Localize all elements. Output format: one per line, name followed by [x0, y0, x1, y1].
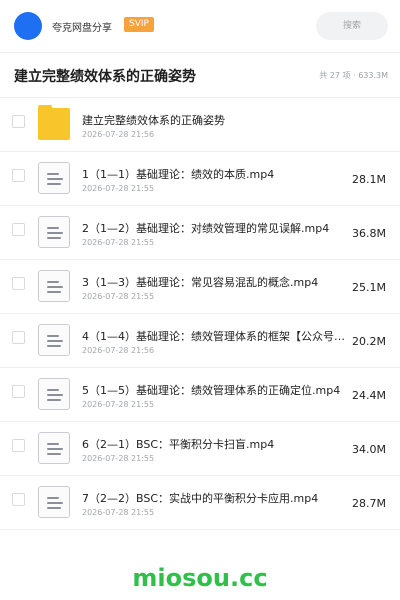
item-size: 28.1M — [352, 173, 386, 186]
item-size: 34.0M — [352, 443, 386, 456]
item-name[interactable]: 3（1—3）基础理论：常见容易混乱的概念.mp4 — [82, 274, 352, 290]
list-item[interactable]: 6（2—1）BSC：平衡积分卡扫盲.mp4 2026-07-28 21:55 3… — [0, 422, 400, 476]
item-name[interactable]: 4（1—4）基础理论：绩效管理体系的框架【公众号：… — [82, 328, 352, 344]
list-item[interactable]: 3（1—3）基础理论：常见容易混乱的概念.mp4 2026-07-28 21:5… — [0, 260, 400, 314]
file-icon — [38, 432, 70, 464]
svip-badge: SVIP — [124, 17, 154, 32]
list-item[interactable]: 1（1—1）基础理论：绩效的本质.mp4 2026-07-28 21:55 28… — [0, 152, 400, 206]
item-date: 2026-07-28 21:56 — [82, 130, 155, 139]
list-item[interactable]: 2（1—2）基础理论：对绩效管理的常见误解.mp4 2026-07-28 21:… — [0, 206, 400, 260]
item-name[interactable]: 7（2—2）BSC：实战中的平衡积分卡应用.mp4 — [82, 490, 352, 506]
row-checkbox[interactable] — [12, 385, 25, 398]
item-size: 28.7M — [352, 497, 386, 510]
item-name[interactable]: 1（1—1）基础理论：绩效的本质.mp4 — [82, 166, 352, 182]
item-size: 24.4M — [352, 389, 386, 402]
file-icon — [38, 162, 70, 194]
top-bar: 夸克网盘分享 SVIP 搜索 — [0, 0, 400, 52]
item-name[interactable]: 5（1—5）基础理论：绩效管理体系的正确定位.mp4 — [82, 382, 352, 398]
item-date: 2026-07-28 21:55 — [82, 292, 155, 301]
item-date: 2026-07-28 21:55 — [82, 400, 155, 409]
brand-label: 夸克网盘分享 — [52, 23, 112, 34]
item-name[interactable]: 6（2—1）BSC：平衡积分卡扫盲.mp4 — [82, 436, 352, 452]
item-name[interactable]: 2（1—2）基础理论：对绩效管理的常见误解.mp4 — [82, 220, 352, 236]
item-date: 2026-07-28 21:55 — [82, 238, 155, 247]
item-date: 2026-07-28 21:55 — [82, 454, 155, 463]
watermark: miosou.cc — [132, 564, 268, 592]
item-name[interactable]: 建立完整绩效体系的正确姿势 — [82, 112, 352, 128]
folder-icon — [38, 105, 70, 140]
folder-header: 建立完整绩效体系的正确姿势 共 27 项 · 633.3M — [0, 53, 400, 97]
file-icon — [38, 324, 70, 356]
row-checkbox[interactable] — [12, 223, 25, 236]
page-title: 建立完整绩效体系的正确姿势 — [14, 69, 196, 85]
item-date: 2026-07-28 21:55 — [82, 184, 155, 193]
search-button[interactable]: 搜索 — [316, 12, 388, 40]
item-size: 20.2M — [352, 335, 386, 348]
file-list: 建立完整绩效体系的正确姿势 2026-07-28 21:56 1（1—1）基础理… — [0, 98, 400, 530]
avatar[interactable] — [14, 12, 42, 40]
list-item[interactable]: 5（1—5）基础理论：绩效管理体系的正确定位.mp4 2026-07-28 21… — [0, 368, 400, 422]
file-icon — [38, 216, 70, 248]
row-checkbox[interactable] — [12, 169, 25, 182]
item-date: 2026-07-28 21:55 — [82, 508, 155, 517]
item-size: 36.8M — [352, 227, 386, 240]
item-date: 2026-07-28 21:56 — [82, 346, 155, 355]
list-item[interactable]: 4（1—4）基础理论：绩效管理体系的框架【公众号：… 2026-07-28 21… — [0, 314, 400, 368]
file-icon — [38, 486, 70, 518]
row-checkbox[interactable] — [12, 493, 25, 506]
row-checkbox[interactable] — [12, 331, 25, 344]
file-icon — [38, 270, 70, 302]
row-checkbox[interactable] — [12, 115, 25, 128]
list-item[interactable]: 7（2—2）BSC：实战中的平衡积分卡应用.mp4 2026-07-28 21:… — [0, 476, 400, 530]
row-checkbox[interactable] — [12, 277, 25, 290]
item-size: 25.1M — [352, 281, 386, 294]
row-checkbox[interactable] — [12, 439, 25, 452]
folder-meta: 共 27 项 · 633.3M — [319, 71, 388, 80]
file-icon — [38, 378, 70, 410]
list-item-folder[interactable]: 建立完整绩效体系的正确姿势 2026-07-28 21:56 — [0, 98, 400, 152]
